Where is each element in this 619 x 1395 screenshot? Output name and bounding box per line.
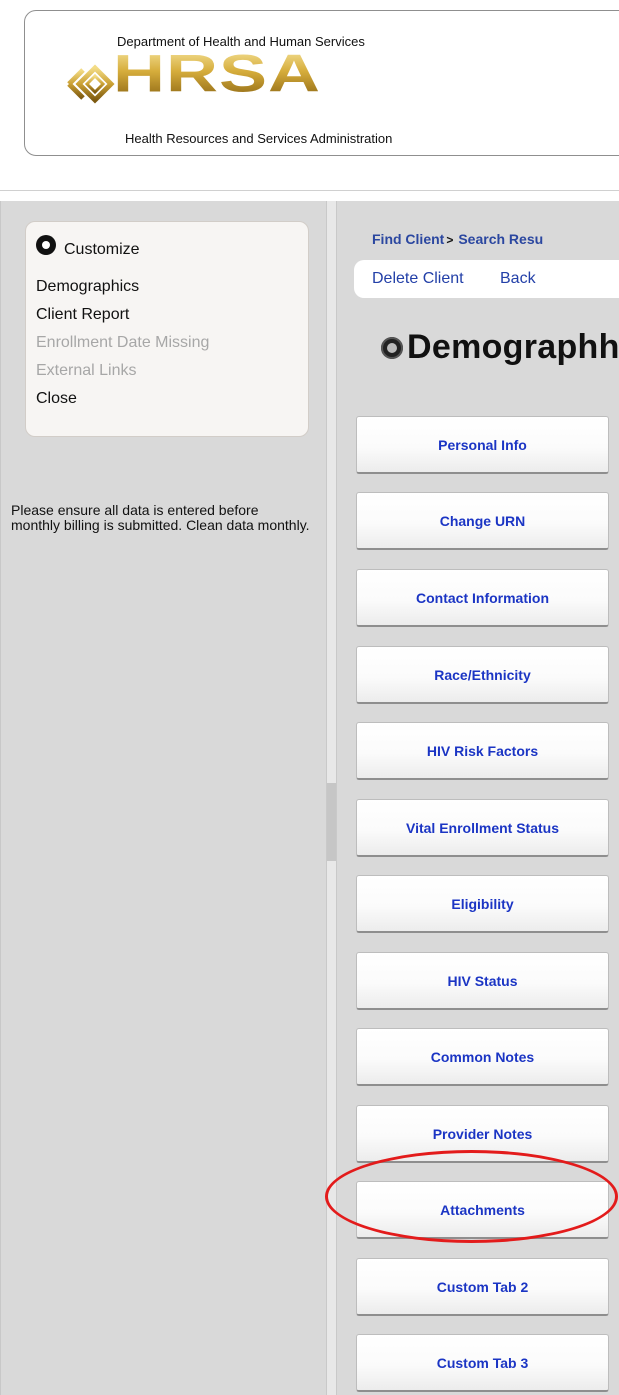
breadcrumb-search-results[interactable]: Search Resu [458,231,543,247]
sidebar-menu: Customize Demographics Client Report Enr… [25,221,309,437]
change-urn-button[interactable]: Change URN [356,492,609,550]
breadcrumb-find-client[interactable]: Find Client [372,231,444,247]
button-label: Custom Tab 3 [436,1354,529,1371]
client-actions-bar: Delete Client Back [354,260,619,298]
back-link[interactable]: Back [500,270,536,288]
personal-info-button[interactable]: Personal Info [356,416,609,474]
header-divider [0,190,619,191]
delete-client-link[interactable]: Delete Client [372,270,464,288]
button-label: Provider Notes [432,1125,533,1142]
breadcrumb-separator: > [446,233,454,247]
button-label: Attachments [440,1201,525,1218]
button-label: Vital Enrollment Status [406,819,559,836]
race-ethnicity-button[interactable]: Race/Ethnicity [356,646,609,704]
custom-tab-2-button[interactable]: Custom Tab 2 [356,1258,609,1316]
common-notes-button[interactable]: Common Notes [356,1028,609,1086]
attachments-button[interactable]: Attachments [356,1181,609,1239]
provider-notes-button[interactable]: Provider Notes [356,1105,609,1163]
button-label: Personal Info [438,436,527,453]
sidebar-item-external-links: External Links [36,362,137,379]
hiv-risk-factors-button[interactable]: HIV Risk Factors [356,722,609,780]
hiv-status-button[interactable]: HIV Status [356,952,609,1010]
button-label: Change URN [439,512,526,529]
gear-icon [381,336,403,359]
panel-splitter[interactable] [326,201,337,1395]
button-label: Contact Information [416,589,549,606]
button-label: Race/Ethnicity [434,666,531,683]
billing-reminder-text: Please ensure all data is entered before… [11,502,310,533]
logo-agency-text: Health Resources and Services Administra… [125,131,393,146]
breadcrumb: Find Client > Search Resu [372,231,543,247]
page-title: Demographh [407,328,619,366]
hrsa-logo-wordmark: HRSA [113,44,322,104]
button-label: Custom Tab 2 [436,1278,529,1295]
eligibility-button[interactable]: Eligibility [356,875,609,933]
sidebar-item-client-report[interactable]: Client Report [36,306,129,324]
sidebar-item-enrollment-date-missing: Enrollment Date Missing [36,334,210,351]
button-label: HIV Risk Factors [426,742,539,759]
sidebar-item-demographics[interactable]: Demographics [36,278,139,296]
contact-information-button[interactable]: Contact Information [356,569,609,627]
hrsa-logo-banner: Department of Health and Human Services … [24,10,619,156]
custom-tab-3-button[interactable]: Custom Tab 3 [356,1334,609,1392]
main-content: Find Client > Search Resu Delete Client Ba… [337,201,619,1395]
button-label: Common Notes [430,1048,535,1065]
splitter-grip-handle[interactable] [327,783,336,861]
vital-enrollment-status-button[interactable]: Vital Enrollment Status [356,799,609,857]
sidebar-item-close[interactable]: Close [36,390,77,408]
page-title-block: Demographh [381,328,619,367]
customize-link[interactable]: Customize [36,235,140,258]
left-sidebar: Customize Demographics Client Report Enr… [0,201,326,1395]
customize-label: Customize [64,241,140,258]
gear-icon [36,235,56,255]
button-label: HIV Status [447,972,518,989]
button-label: Eligibility [451,895,514,912]
